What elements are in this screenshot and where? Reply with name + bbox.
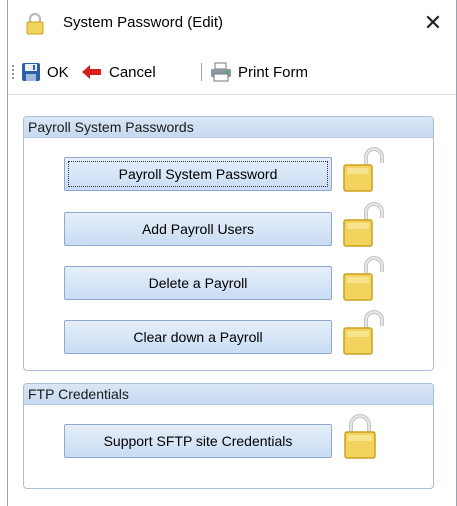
ok-button[interactable]: OK <box>21 60 69 84</box>
support-sftp-credentials-button[interactable]: Support SFTP site Credentials <box>64 424 332 458</box>
close-icon: ✕ <box>423 10 443 35</box>
add-payroll-users-button[interactable]: Add Payroll Users <box>64 212 332 246</box>
clear-down-payroll-label: Clear down a Payroll <box>133 329 263 345</box>
save-icon <box>22 63 40 81</box>
back-arrow-icon <box>82 65 101 79</box>
toolbar-divider <box>8 94 456 95</box>
unlocked-padlock-icon <box>343 310 384 355</box>
system-password-window: System Password (Edit) ✕ OK Cancel Print… <box>0 0 457 506</box>
clear-down-payroll-button[interactable]: Clear down a Payroll <box>64 320 332 354</box>
support-sftp-credentials-label: Support SFTP site Credentials <box>103 433 293 449</box>
toolbar-grip[interactable] <box>12 64 14 80</box>
cancel-label: Cancel <box>109 63 156 81</box>
print-icon <box>211 62 231 82</box>
print-form-button[interactable]: Print Form <box>210 60 308 84</box>
toolbar: OK Cancel Print Form <box>8 54 456 90</box>
locked-padlock-icon <box>344 414 376 459</box>
delete-payroll-label: Delete a Payroll <box>148 275 248 291</box>
payroll-passwords-group: Payroll System Passwords Payroll System … <box>23 116 434 371</box>
add-payroll-users-label: Add Payroll Users <box>141 221 255 237</box>
unlocked-padlock-icon <box>343 147 384 192</box>
cancel-button[interactable]: Cancel <box>81 60 156 84</box>
window-title: System Password (Edit) <box>63 14 224 31</box>
title-bar: System Password (Edit) ✕ <box>8 0 456 48</box>
payroll-system-password-label: Payroll System Password <box>118 166 278 182</box>
ftp-credentials-group: FTP Credentials Support SFTP site Creden… <box>23 383 434 489</box>
close-button[interactable]: ✕ <box>418 8 448 38</box>
delete-payroll-button[interactable]: Delete a Payroll <box>64 266 332 300</box>
padlock-icon <box>26 13 44 35</box>
payroll-system-password-button[interactable]: Payroll System Password <box>64 157 332 191</box>
toolbar-separator <box>201 63 202 81</box>
unlocked-padlock-icon <box>343 256 384 301</box>
print-form-label: Print Form <box>238 63 309 81</box>
ok-label: OK <box>47 63 69 81</box>
ftp-group-title: FTP Credentials <box>24 384 433 405</box>
payroll-group-title: Payroll System Passwords <box>24 117 433 138</box>
unlocked-padlock-icon <box>343 202 384 247</box>
